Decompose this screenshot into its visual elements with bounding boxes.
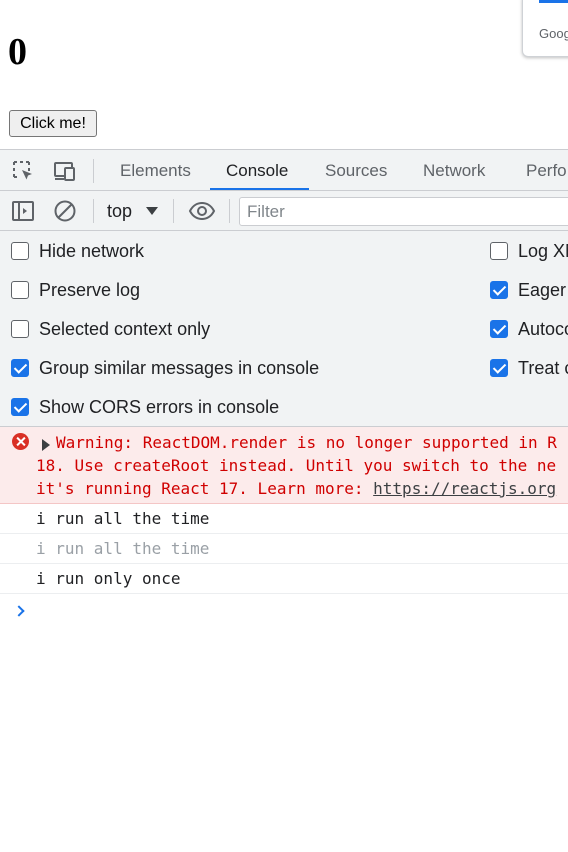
devtools-panel: Elements Console Sources Network Perfo t… (0, 149, 568, 852)
console-toolbar: top (0, 191, 568, 231)
toolbar-divider (229, 199, 230, 223)
console-settings: Hide network Preserve log Selected conte… (0, 231, 568, 427)
toolbar-divider (173, 199, 174, 223)
log-text: i run all the time (36, 509, 210, 528)
tab-elements[interactable]: Elements (120, 150, 191, 191)
error-link[interactable]: https://reactjs.org (373, 479, 556, 498)
clear-console-icon[interactable] (53, 199, 77, 223)
devtools-tabbar: Elements Console Sources Network Perfo (0, 150, 568, 191)
error-message[interactable]: Warning: ReactDOM.render is no longer su… (0, 427, 568, 504)
checkbox[interactable] (11, 359, 29, 377)
tab-performance[interactable]: Perfo (526, 150, 567, 191)
setting-eager-evaluation[interactable]: Eager e (490, 280, 568, 300)
google-popup[interactable]: Goog (522, 0, 568, 57)
setting-treat-code[interactable]: Treat c (490, 358, 568, 378)
chevron-down-icon[interactable] (146, 207, 158, 215)
setting-label: Hide network (39, 240, 145, 261)
setting-label: Treat c (518, 357, 568, 378)
sidebar-toggle-icon[interactable] (11, 199, 35, 223)
setting-label: Show CORS errors in console (39, 396, 280, 417)
setting-group-similar[interactable]: Group similar messages in console (11, 358, 319, 378)
setting-label: Preserve log (39, 279, 141, 300)
live-expression-eye-icon[interactable] (188, 199, 216, 223)
setting-label: Group similar messages in console (39, 357, 320, 378)
console-prompt-icon[interactable] (13, 605, 25, 617)
checkbox[interactable] (11, 398, 29, 416)
setting-label: Selected context only (39, 318, 211, 339)
setting-selected-context-only[interactable]: Selected context only (11, 319, 210, 339)
checkbox[interactable] (490, 242, 508, 260)
inspect-element-icon[interactable] (11, 159, 35, 183)
setting-autocomplete[interactable]: Autoco (490, 319, 568, 339)
expand-arrow-icon[interactable] (42, 439, 50, 451)
error-line-3-text: it's running React 17. Learn more: (36, 479, 374, 498)
tab-network[interactable]: Network (423, 150, 485, 191)
setting-label: Log XM (518, 240, 568, 261)
log-row: i run all the time (0, 534, 568, 564)
tab-sources[interactable]: Sources (325, 150, 387, 191)
log-row: i run only once (0, 564, 568, 594)
click-me-button[interactable]: Click me! (9, 110, 97, 137)
tabbar-divider (93, 159, 94, 183)
error-line-2: 18. Use createRoot instead. Until you sw… (36, 456, 557, 475)
setting-show-cors-errors[interactable]: Show CORS errors in console (11, 397, 279, 417)
log-text: i run all the time (36, 539, 210, 558)
checkbox[interactable] (11, 320, 29, 338)
checkbox[interactable] (11, 281, 29, 299)
device-toolbar-icon[interactable] (53, 159, 77, 183)
setting-log-xml[interactable]: Log XM (490, 241, 568, 261)
active-tab-indicator (210, 188, 309, 190)
setting-label: Eager e (518, 279, 568, 300)
error-line-1: Warning: ReactDOM.render is no longer su… (56, 433, 557, 452)
checkbox[interactable] (490, 281, 508, 299)
context-selector[interactable]: top (107, 191, 132, 231)
counter-value: 0 (8, 31, 27, 73)
setting-preserve-log[interactable]: Preserve log (11, 280, 140, 300)
popup-text: Goog (539, 26, 568, 41)
filter-input[interactable] (239, 197, 568, 226)
checkbox[interactable] (490, 320, 508, 338)
popup-accent-bar (539, 0, 568, 3)
setting-hide-network[interactable]: Hide network (11, 241, 144, 261)
error-icon (12, 433, 29, 450)
log-row: i run all the time (0, 504, 568, 534)
toolbar-divider (93, 199, 94, 223)
log-text: i run only once (36, 569, 181, 588)
checkbox[interactable] (11, 242, 29, 260)
setting-label: Autoco (518, 318, 568, 339)
error-line-3: it's running React 17. Learn more: https… (36, 479, 556, 498)
checkbox[interactable] (490, 359, 508, 377)
tab-console[interactable]: Console (226, 150, 288, 191)
